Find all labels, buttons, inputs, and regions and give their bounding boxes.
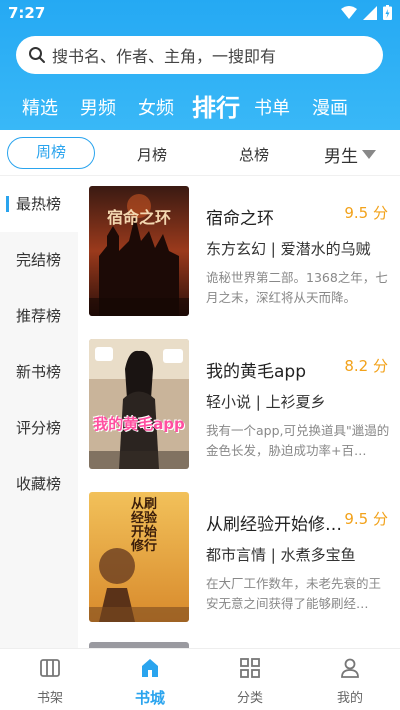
tab-monthly[interactable]: 月榜	[137, 144, 167, 165]
book-cover[interactable]: 我的黄毛app	[89, 339, 189, 469]
tab-nanpin[interactable]: 男频	[80, 94, 116, 120]
bookstore-icon	[142, 659, 158, 677]
bookshelf-icon	[40, 659, 60, 677]
sidebar-item-favorites[interactable]: 收藏榜	[0, 456, 78, 512]
book-title[interactable]: 宿命之环	[206, 204, 274, 229]
tab-nvpin[interactable]: 女频	[138, 94, 174, 120]
book-author: 水煮多宝鱼	[280, 546, 356, 564]
wifi-icon	[341, 5, 357, 19]
book-cover[interactable]: 从刷经验开始修行	[89, 492, 189, 622]
nav-bookstore[interactable]: 书城	[110, 657, 190, 708]
cover-art	[89, 339, 189, 469]
tab-shudan[interactable]: 书单	[254, 94, 290, 120]
book-score: 8.2 分	[344, 357, 388, 375]
header: 7:27 搜书名、作者、主角，一搜即有 精选 男频 女频 排行 书单 漫画	[0, 0, 400, 130]
book-description: 在大厂工作数年，未老先衰的王安无意之间获得了能够刷经…	[206, 576, 382, 611]
book-title[interactable]: 我的黄毛app	[206, 357, 306, 382]
sidebar-item-rating[interactable]: 评分榜	[0, 400, 78, 456]
cover-title: 从刷经验开始修行	[131, 497, 158, 554]
tab-weekly[interactable]: 周榜	[7, 137, 95, 169]
book-item[interactable]: 从刷经验开始修行 从刷经验开始修… 9.5 分 都市言情 | 水煮多宝鱼 在大厂…	[78, 482, 400, 632]
cover-title: 宿命之环	[106, 208, 171, 227]
category-tabs: 精选 男频 女频 排行 书单 漫画	[0, 88, 400, 128]
tab-jingxuan[interactable]: 精选	[22, 94, 58, 120]
sidebar-item-completed[interactable]: 完结榜	[0, 232, 78, 288]
book-author: 上衫夏乡	[265, 393, 326, 411]
nav-label: 书城	[134, 689, 165, 707]
book-score: 9.5 分	[344, 510, 388, 528]
book-meta: 轻小说 | 上衫夏乡	[206, 393, 326, 411]
gender-dropdown[interactable]: 男生	[324, 142, 376, 167]
nav-label: 分类	[236, 691, 263, 706]
profile-icon	[341, 658, 359, 678]
book-list: 宿命之环 宿命之环 9.5 分 东方玄幻 | 爱潜水的乌贼 诡秘世界第二部。13…	[78, 176, 400, 648]
category-grid-icon	[240, 658, 260, 678]
gender-label: 男生	[324, 147, 358, 167]
rank-sidebar: 最热榜 完结榜 推荐榜 新书榜 评分榜 收藏榜	[0, 176, 78, 648]
rank-period-tabs: 周榜 月榜 总榜 男生	[0, 130, 400, 176]
book-score: 9.5 分	[344, 204, 388, 222]
book-genre: 轻小说	[206, 393, 252, 411]
book-author: 爱潜水的乌贼	[280, 240, 371, 258]
sidebar-item-hottest[interactable]: 最热榜	[0, 176, 78, 232]
cover-title: 我的黄毛app	[93, 415, 185, 433]
status-bar: 7:27	[0, 0, 400, 28]
nav-profile[interactable]: 我的	[310, 657, 390, 706]
tab-paihang[interactable]: 排行	[192, 88, 240, 123]
book-title[interactable]: 从刷经验开始修…	[206, 510, 342, 535]
book-item[interactable]: 宿命之环 宿命之环 9.5 分 东方玄幻 | 爱潜水的乌贼 诡秘世界第二部。13…	[78, 176, 400, 326]
search-bar[interactable]: 搜书名、作者、主角，一搜即有	[16, 36, 383, 74]
tab-overall[interactable]: 总榜	[239, 144, 269, 165]
book-item[interactable]: 我的黄毛app 我的黄毛app 8.2 分 轻小说 | 上衫夏乡 我有一个app…	[78, 329, 400, 479]
book-genre: 都市言情	[206, 546, 267, 564]
book-description: 我有一个app,可兑换道具"邋遢的金色长发，胁迫成功率+百…	[206, 423, 390, 458]
nav-category[interactable]: 分类	[210, 657, 290, 706]
sidebar-item-new[interactable]: 新书榜	[0, 344, 78, 400]
nav-label: 书架	[36, 691, 63, 706]
book-description: 诡秘世界第二部。1368之年，七月之末，深红将从天而降。	[206, 270, 388, 305]
book-genre: 东方玄幻	[206, 240, 267, 258]
nav-label: 我的	[336, 691, 363, 706]
chevron-down-icon	[362, 150, 376, 159]
book-meta: 都市言情 | 水煮多宝鱼	[206, 546, 356, 564]
status-time: 7:27	[8, 4, 46, 22]
search-placeholder: 搜书名、作者、主角，一搜即有	[52, 47, 277, 66]
battery-charging-icon	[383, 5, 392, 20]
book-meta: 东方玄幻 | 爱潜水的乌贼	[206, 240, 371, 258]
tab-manhua[interactable]: 漫画	[312, 94, 348, 120]
sidebar-item-recommended[interactable]: 推荐榜	[0, 288, 78, 344]
bottom-nav: 书架 书城 分类 我的	[0, 648, 400, 710]
book-cover[interactable]: 宿命之环	[89, 186, 189, 316]
search-icon	[29, 47, 45, 63]
status-icons	[341, 5, 392, 20]
signal-icon	[363, 5, 377, 20]
nav-bookshelf[interactable]: 书架	[10, 657, 90, 706]
